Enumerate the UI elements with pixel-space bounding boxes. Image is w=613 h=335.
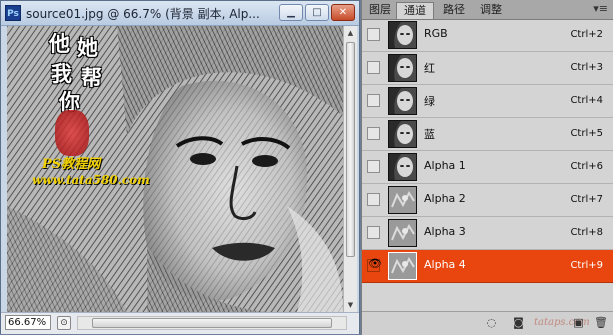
visibility-toggle[interactable]	[367, 193, 380, 206]
delete-channel-icon[interactable]: 🗑	[594, 316, 608, 329]
visibility-toggle[interactable]	[367, 94, 380, 107]
photoshop-app-icon: Ps	[5, 5, 21, 21]
watermark-brand: PS教程网	[42, 157, 101, 172]
watermark-char: 我	[51, 61, 72, 86]
new-channel-icon[interactable]: ▣	[572, 316, 585, 329]
channel-shortcut: Ctrl+5	[570, 128, 603, 139]
channel-shortcut: Ctrl+2	[570, 29, 603, 40]
save-selection-icon[interactable]: ◙	[512, 316, 525, 329]
channel-name: Alpha 2	[424, 192, 466, 205]
channel-thumbnail	[388, 120, 417, 148]
channel-row[interactable]: Alpha 1 Ctrl+6	[362, 151, 613, 184]
document-titlebar[interactable]: Ps source01.jpg @ 66.7% (背景 副本, Alp... ▁…	[1, 1, 359, 26]
channel-shortcut: Ctrl+6	[570, 161, 603, 172]
image-canvas[interactable]: 他 她 我 帮 你 PS教程网 www.tata580.com	[7, 26, 343, 312]
channel-name: Alpha 1	[424, 159, 466, 172]
zoom-field[interactable]: 66.67%	[5, 315, 51, 330]
channel-name: 绿	[424, 95, 435, 108]
horizontal-scroll-thumb[interactable]	[92, 318, 332, 328]
visibility-toggle[interactable]	[367, 160, 380, 173]
panel-menu-icon[interactable]: ▾≡	[593, 2, 608, 15]
red-seal-stamp	[55, 110, 89, 156]
channel-thumbnail	[388, 219, 417, 247]
scroll-up-icon[interactable]: ▲	[346, 27, 355, 39]
channel-thumbnail	[388, 54, 417, 82]
tab-channels[interactable]: 通道	[396, 2, 434, 19]
maximize-icon[interactable]: □	[305, 4, 329, 21]
tab-adjustments[interactable]: 调整	[474, 2, 508, 19]
channel-thumbnail	[388, 153, 417, 181]
visibility-toggle[interactable]	[367, 28, 380, 41]
channel-row[interactable]: 绿 Ctrl+4	[362, 85, 613, 118]
watermark-char: 她	[77, 35, 98, 60]
visibility-toggle[interactable]: 👁	[367, 257, 382, 272]
channel-shortcut: Ctrl+3	[570, 62, 603, 73]
channel-row[interactable]: 👁 Alpha 4 Ctrl+9	[362, 250, 613, 283]
scroll-thumb[interactable]	[346, 42, 355, 257]
watermark-char: 他	[49, 31, 70, 56]
visibility-toggle[interactable]	[367, 61, 380, 74]
channel-row[interactable]: 蓝 Ctrl+5	[362, 118, 613, 151]
channel-shortcut: Ctrl+7	[570, 194, 603, 205]
channel-name: RGB	[424, 27, 448, 40]
channel-shortcut: Ctrl+4	[570, 95, 603, 106]
document-window: Ps source01.jpg @ 66.7% (背景 副本, Alp... ▁…	[0, 0, 360, 334]
vertical-scrollbar[interactable]: ▲ ▼	[343, 26, 357, 312]
channel-name: Alpha 3	[424, 225, 466, 238]
minimize-icon[interactable]: ▁	[279, 4, 303, 21]
channel-shortcut: Ctrl+8	[570, 227, 603, 238]
document-title: source01.jpg @ 66.7% (背景 副本, Alp...	[26, 7, 260, 21]
document-info-icon[interactable]: ⊙	[57, 316, 71, 330]
panel-tabs: 图层 通道 路径 调整 ▾≡	[362, 0, 613, 20]
channel-name: 红	[424, 62, 435, 75]
channel-row[interactable]: Alpha 2 Ctrl+7	[362, 184, 613, 217]
panel-footer: ◌ ◙ tataps.com ▣ 🗑	[362, 311, 613, 335]
tab-paths[interactable]: 路径	[437, 2, 471, 19]
channel-name: Alpha 4	[424, 258, 466, 271]
channel-thumbnail	[388, 87, 417, 115]
channel-shortcut: Ctrl+9	[570, 260, 603, 271]
horizontal-scrollbar[interactable]	[77, 316, 347, 330]
eye-icon: 👁	[368, 257, 382, 270]
channel-row[interactable]: RGB Ctrl+2	[362, 19, 613, 52]
close-icon[interactable]: ✕	[331, 4, 355, 21]
channels-panel: 图层 通道 路径 调整 ▾≡ RGB Ctrl+2 红 Ctrl+3 绿 Ctrl+4 蓝 C…	[361, 0, 613, 335]
tab-layers[interactable]: 图层	[366, 2, 394, 19]
load-selection-icon[interactable]: ◌	[485, 316, 498, 329]
channel-thumbnail	[388, 21, 417, 49]
channel-thumbnail	[388, 186, 417, 214]
scroll-down-icon[interactable]: ▼	[346, 299, 355, 311]
visibility-toggle[interactable]	[367, 226, 380, 239]
channel-row[interactable]: 红 Ctrl+3	[362, 52, 613, 85]
status-bar: 66.67% ⊙	[1, 312, 359, 334]
channel-row[interactable]: Alpha 3 Ctrl+8	[362, 217, 613, 250]
watermark-char: 帮	[81, 65, 102, 90]
channel-name: 蓝	[424, 128, 435, 141]
visibility-toggle[interactable]	[367, 127, 380, 140]
channel-thumbnail	[388, 252, 417, 280]
watermark-url: www.tata580.com	[32, 173, 150, 187]
